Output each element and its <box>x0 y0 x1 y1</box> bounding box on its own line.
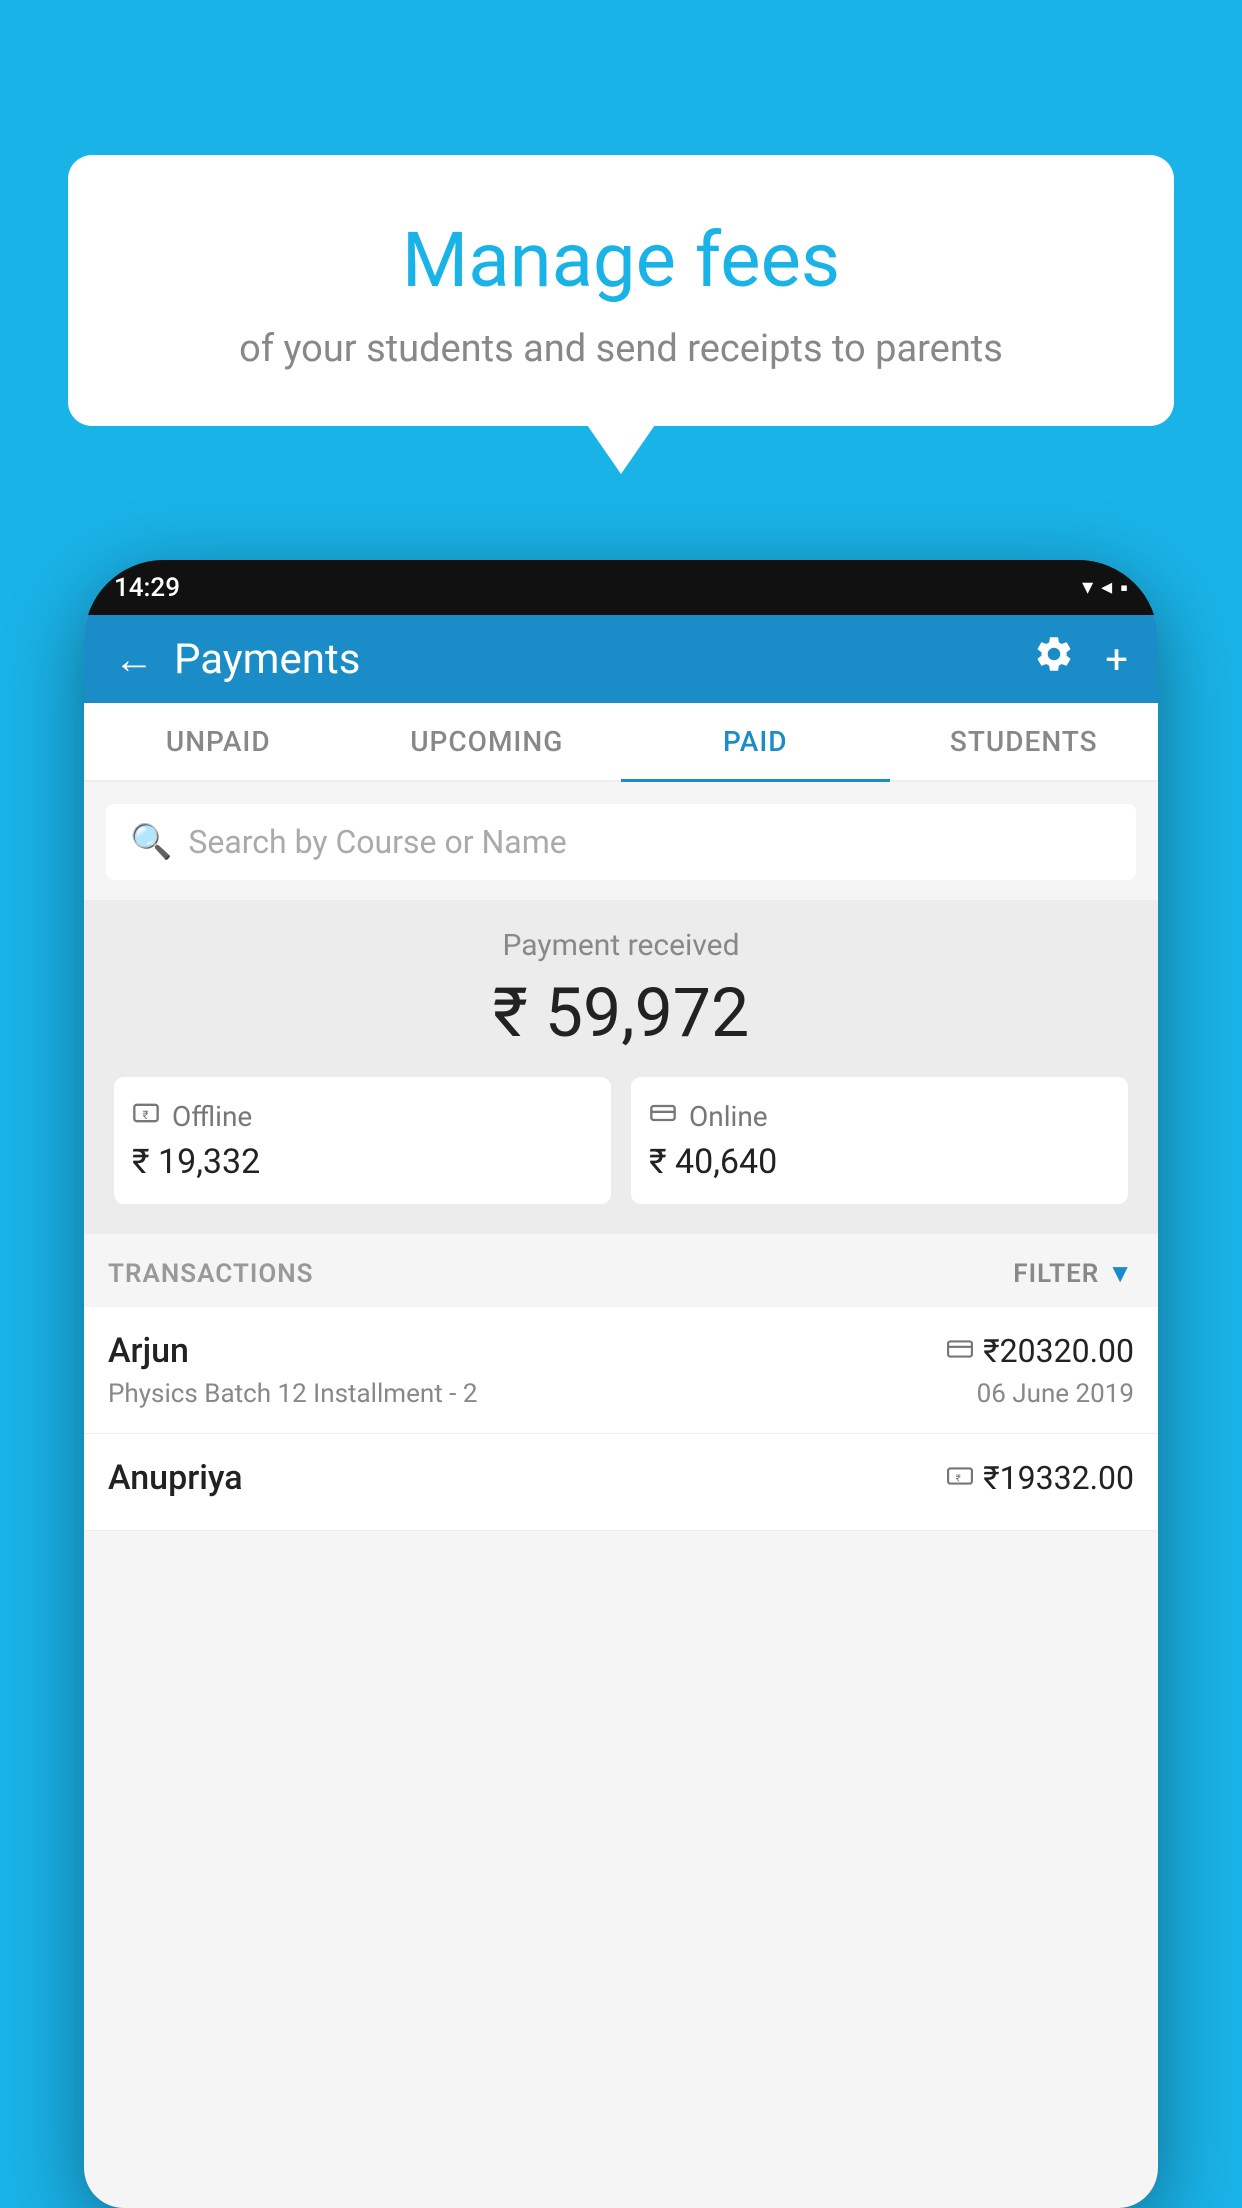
signal-icon: ◂ <box>1101 575 1112 600</box>
phone-time: 14:29 <box>114 573 180 603</box>
offline-label: Offline <box>172 1100 252 1133</box>
online-amount: ₹ 40,640 <box>649 1142 1110 1182</box>
payment-received-label: Payment received <box>114 928 1128 963</box>
transaction-item[interactable]: Anupriya ₹ ₹19332.00 <box>84 1434 1158 1531</box>
svg-text:₹: ₹ <box>143 1108 149 1122</box>
online-payment-icon <box>947 1336 973 1366</box>
tabs-bar: UNPAID UPCOMING PAID STUDENTS <box>84 703 1158 782</box>
search-placeholder: Search by Course or Name <box>188 823 566 861</box>
offline-amount: ₹ 19,332 <box>132 1142 593 1182</box>
speech-bubble-subtitle: of your students and send receipts to pa… <box>118 327 1124 371</box>
transactions-header: TRANSACTIONS FILTER ▼ <box>84 1234 1158 1307</box>
online-card: Online ₹ 40,640 <box>631 1077 1128 1204</box>
phone-frame: 14:29 ▾ ◂ ▪ ← Payments + <box>84 560 1158 2208</box>
back-button[interactable]: ← <box>114 636 154 683</box>
tab-unpaid[interactable]: UNPAID <box>84 703 353 780</box>
svg-text:₹: ₹ <box>956 1473 961 1484</box>
app-screen: ← Payments + UNPAID UPCOMING PAID STUDEN… <box>84 615 1158 2208</box>
page-title: Payments <box>174 635 360 684</box>
online-label: Online <box>689 1100 768 1133</box>
transaction-amount: ₹20320.00 <box>983 1332 1134 1370</box>
settings-button[interactable] <box>1033 633 1075 685</box>
transaction-course: Physics Batch 12 Installment - 2 <box>108 1379 477 1409</box>
filter-button[interactable]: FILTER ▼ <box>1013 1258 1134 1289</box>
online-icon <box>649 1099 677 1134</box>
wifi-icon: ▾ <box>1082 575 1093 600</box>
transaction-amount-wrap: ₹20320.00 <box>947 1332 1134 1370</box>
payment-cards: ₹ Offline ₹ 19,332 <box>114 1077 1128 1204</box>
speech-bubble-title: Manage fees <box>118 215 1124 305</box>
offline-payment-icon: ₹ <box>947 1463 973 1493</box>
transaction-amount-wrap: ₹ ₹19332.00 <box>947 1459 1134 1497</box>
phone-notch <box>561 560 681 602</box>
battery-icon: ▪ <box>1120 575 1128 601</box>
status-icons: ▾ ◂ ▪ <box>1082 575 1128 601</box>
transaction-date: 06 June 2019 <box>977 1379 1134 1409</box>
tab-paid[interactable]: PAID <box>621 703 890 780</box>
search-bar[interactable]: 🔍 Search by Course or Name <box>106 804 1136 880</box>
transaction-name: Arjun <box>108 1331 189 1371</box>
transaction-amount: ₹19332.00 <box>983 1459 1134 1497</box>
transaction-item[interactable]: Arjun ₹20320.00 Physics Batch 12 Install… <box>84 1307 1158 1434</box>
add-button[interactable]: + <box>1105 636 1128 683</box>
transactions-label: TRANSACTIONS <box>108 1259 314 1289</box>
speech-bubble: Manage fees of your students and send re… <box>68 155 1174 426</box>
header-actions: + <box>1033 633 1128 685</box>
offline-card: ₹ Offline ₹ 19,332 <box>114 1077 611 1204</box>
tab-students[interactable]: STUDENTS <box>890 703 1159 780</box>
tab-upcoming[interactable]: UPCOMING <box>353 703 622 780</box>
search-icon: 🔍 <box>130 822 172 862</box>
offline-icon: ₹ <box>132 1099 160 1134</box>
transaction-name: Anupriya <box>108 1458 243 1498</box>
filter-icon: ▼ <box>1107 1258 1134 1289</box>
filter-label: FILTER <box>1013 1259 1099 1289</box>
payment-received-amount: ₹ 59,972 <box>114 973 1128 1053</box>
payment-received-section: Payment received ₹ 59,972 ₹ Offline <box>84 900 1158 1234</box>
app-header: ← Payments + <box>84 615 1158 703</box>
